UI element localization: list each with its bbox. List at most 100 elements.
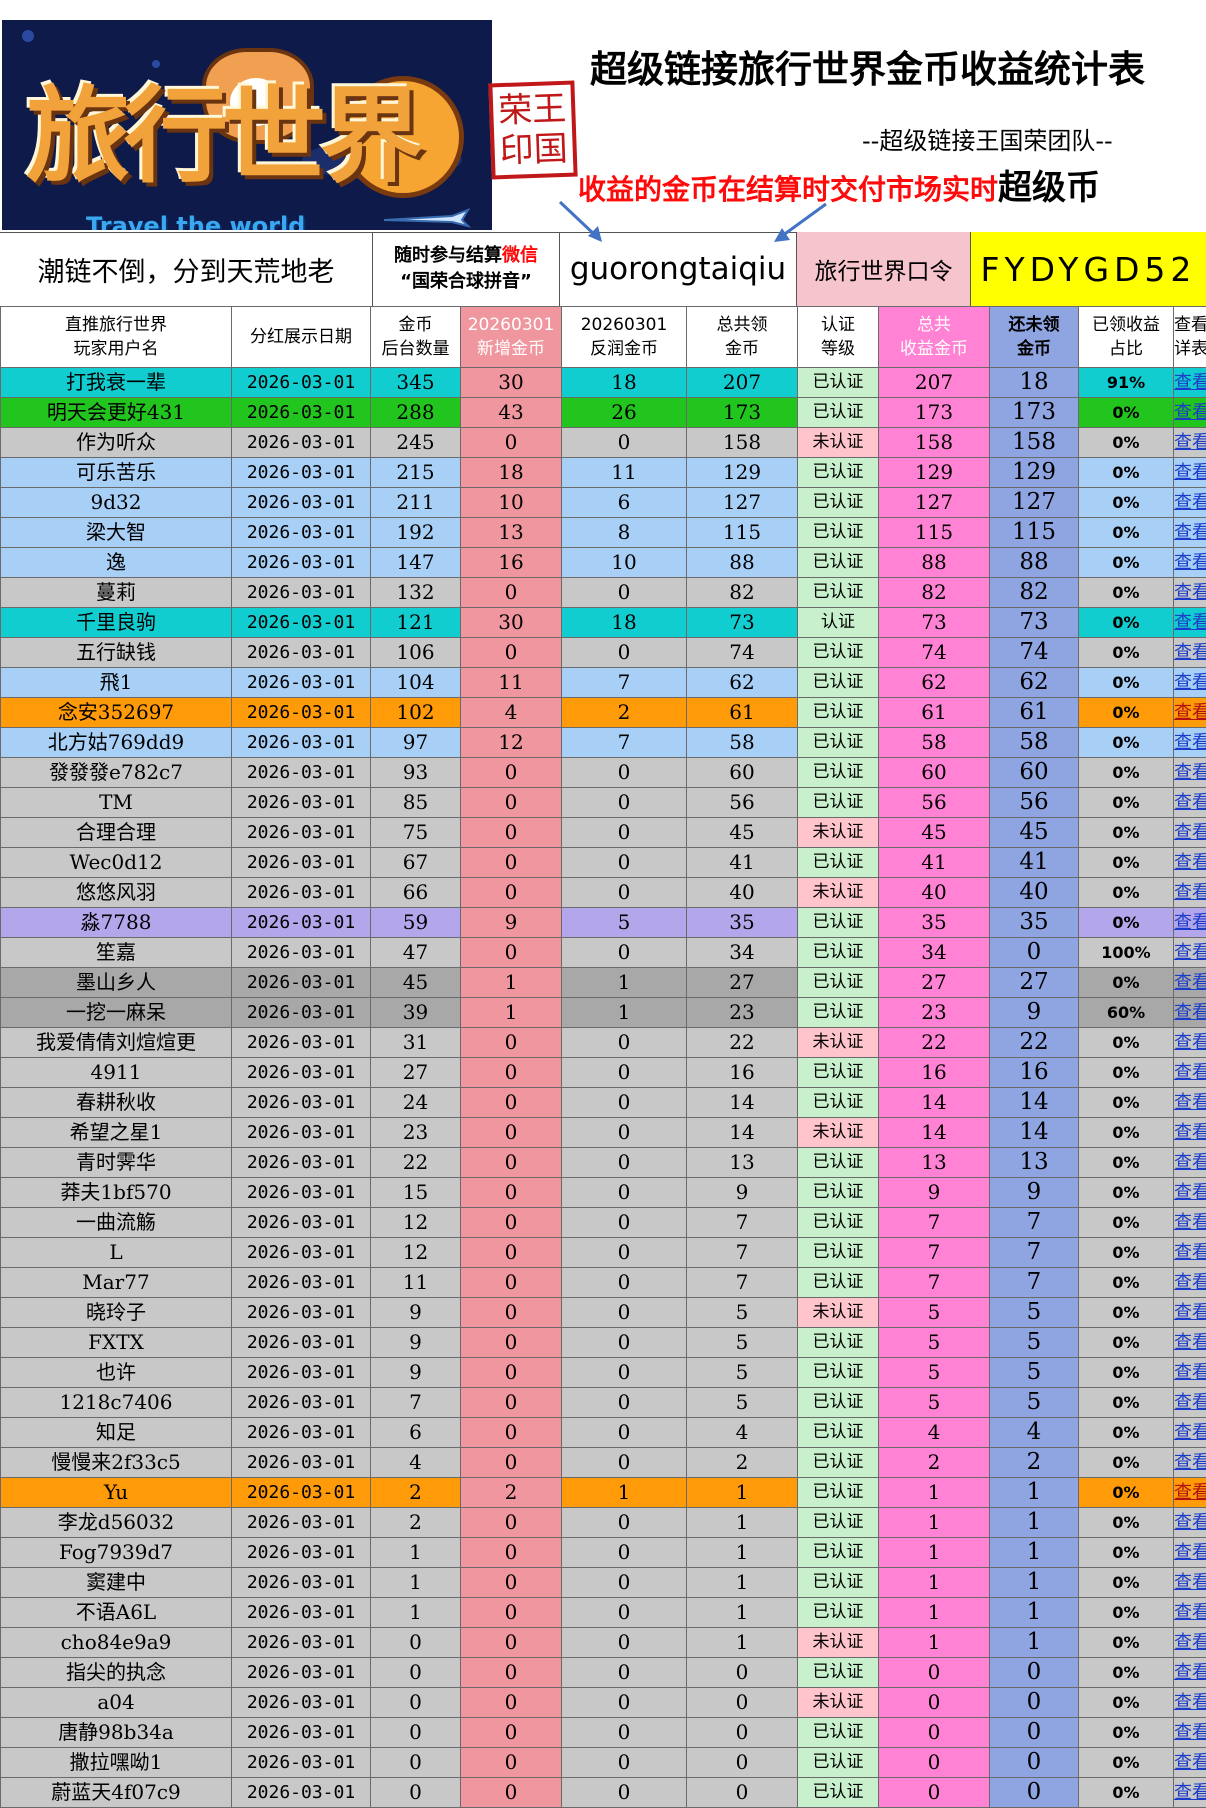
cell-detail[interactable]: 查看 — [1173, 847, 1206, 878]
view-detail-link[interactable]: 查看 — [1175, 1632, 1206, 1653]
cell-detail[interactable]: 查看 — [1173, 1687, 1206, 1718]
cell-detail[interactable]: 查看 — [1173, 517, 1206, 548]
cell-detail[interactable]: 查看 — [1173, 1387, 1206, 1418]
cell-detail[interactable]: 查看 — [1173, 727, 1206, 758]
cell-detail[interactable]: 查看 — [1173, 1627, 1206, 1658]
cell-detail[interactable]: 查看 — [1173, 1597, 1206, 1628]
cell-detail[interactable]: 查看 — [1173, 817, 1206, 848]
cell-detail[interactable]: 查看 — [1173, 1327, 1206, 1358]
view-detail-link[interactable]: 查看 — [1175, 672, 1206, 693]
cell-detail[interactable]: 查看 — [1173, 457, 1206, 488]
view-detail-link[interactable]: 查看 — [1175, 462, 1206, 483]
cell-detail[interactable]: 查看 — [1173, 1267, 1206, 1298]
cell-detail[interactable]: 查看 — [1173, 877, 1206, 908]
cell-detail[interactable]: 查看 — [1173, 967, 1206, 998]
view-detail-link[interactable]: 查看 — [1175, 822, 1206, 843]
cell-detail[interactable]: 查看 — [1173, 397, 1206, 428]
view-detail-link[interactable]: 查看 — [1175, 432, 1206, 453]
cell-detail[interactable]: 查看 — [1173, 757, 1206, 788]
view-detail-link[interactable]: 查看 — [1175, 1512, 1206, 1533]
cell-detail[interactable]: 查看 — [1173, 937, 1206, 968]
view-detail-link[interactable]: 查看 — [1175, 732, 1206, 753]
view-detail-link[interactable]: 查看 — [1175, 1002, 1206, 1023]
view-detail-link[interactable]: 查看 — [1175, 1482, 1206, 1503]
cell-detail[interactable]: 查看 — [1173, 1297, 1206, 1328]
view-detail-link[interactable]: 查看 — [1175, 882, 1206, 903]
view-detail-link[interactable]: 查看 — [1175, 492, 1206, 513]
cell-detail[interactable]: 查看 — [1173, 1417, 1206, 1448]
cell-detail[interactable]: 查看 — [1173, 607, 1206, 638]
cell-detail[interactable]: 查看 — [1173, 577, 1206, 608]
view-detail-link[interactable]: 查看 — [1175, 1692, 1206, 1713]
cell-detail[interactable]: 查看 — [1173, 1087, 1206, 1118]
view-detail-link[interactable]: 查看 — [1175, 1062, 1206, 1083]
view-detail-link[interactable]: 查看 — [1175, 642, 1206, 663]
wechat-id-cell[interactable]: guorongtaiqiu — [560, 232, 797, 306]
cell-detail[interactable]: 查看 — [1173, 1057, 1206, 1088]
view-detail-link[interactable]: 查看 — [1175, 1662, 1206, 1683]
cell-detail[interactable]: 查看 — [1173, 1147, 1206, 1178]
cell-detail[interactable]: 查看 — [1173, 787, 1206, 818]
view-detail-link[interactable]: 查看 — [1175, 1092, 1206, 1113]
view-detail-link[interactable]: 查看 — [1175, 792, 1206, 813]
view-detail-link[interactable]: 查看 — [1175, 402, 1206, 423]
view-detail-link[interactable]: 查看 — [1175, 1272, 1206, 1293]
cell-added: 30 — [460, 367, 562, 398]
view-detail-link[interactable]: 查看 — [1175, 522, 1206, 543]
code-value-cell[interactable]: FYDYGD52 — [971, 232, 1206, 306]
cell-detail[interactable]: 查看 — [1173, 1747, 1206, 1778]
view-detail-link[interactable]: 查看 — [1175, 1572, 1206, 1593]
view-detail-link[interactable]: 查看 — [1175, 1782, 1206, 1803]
cell-detail[interactable]: 查看 — [1173, 667, 1206, 698]
view-detail-link[interactable]: 查看 — [1175, 582, 1206, 603]
cell-detail[interactable]: 查看 — [1173, 1237, 1206, 1268]
cell-detail[interactable]: 查看 — [1173, 1507, 1206, 1538]
cell-detail[interactable]: 查看 — [1173, 1567, 1206, 1598]
cell-detail[interactable]: 查看 — [1173, 1447, 1206, 1478]
view-detail-link[interactable]: 查看 — [1175, 1392, 1206, 1413]
view-detail-link[interactable]: 查看 — [1175, 1302, 1206, 1323]
view-detail-link[interactable]: 查看 — [1175, 1722, 1206, 1743]
cell-detail[interactable]: 查看 — [1173, 367, 1206, 398]
cell-detail[interactable]: 查看 — [1173, 1717, 1206, 1748]
cell-detail[interactable]: 查看 — [1173, 487, 1206, 518]
cell-detail[interactable]: 查看 — [1173, 1357, 1206, 1388]
cell-detail[interactable]: 查看 — [1173, 1117, 1206, 1148]
view-detail-link[interactable]: 查看 — [1175, 1362, 1206, 1383]
view-detail-link[interactable]: 查看 — [1175, 1422, 1206, 1443]
view-detail-link[interactable]: 查看 — [1175, 1602, 1206, 1623]
view-detail-link[interactable]: 查看 — [1175, 1452, 1206, 1473]
cell-detail[interactable]: 查看 — [1173, 697, 1206, 728]
cell-detail[interactable]: 查看 — [1173, 1177, 1206, 1208]
cell-detail[interactable]: 查看 — [1173, 907, 1206, 938]
view-detail-link[interactable]: 查看 — [1175, 1242, 1206, 1263]
view-detail-link[interactable]: 查看 — [1175, 1542, 1206, 1563]
view-detail-link[interactable]: 查看 — [1175, 1032, 1206, 1053]
view-detail-link[interactable]: 查看 — [1175, 912, 1206, 933]
view-detail-link[interactable]: 查看 — [1175, 1182, 1206, 1203]
view-detail-link[interactable]: 查看 — [1175, 612, 1206, 633]
view-detail-link[interactable]: 查看 — [1175, 1752, 1206, 1773]
view-detail-link[interactable]: 查看 — [1175, 762, 1206, 783]
view-detail-link[interactable]: 查看 — [1175, 942, 1206, 963]
view-detail-link[interactable]: 查看 — [1175, 702, 1206, 723]
view-detail-link[interactable]: 查看 — [1175, 1332, 1206, 1353]
view-detail-link[interactable]: 查看 — [1175, 1212, 1206, 1233]
cell-detail[interactable]: 查看 — [1173, 637, 1206, 668]
view-detail-link[interactable]: 查看 — [1175, 372, 1206, 393]
cell-detail[interactable]: 查看 — [1173, 427, 1206, 458]
cell-detail[interactable]: 查看 — [1173, 1777, 1206, 1808]
cell-detail[interactable]: 查看 — [1173, 547, 1206, 578]
view-detail-link[interactable]: 查看 — [1175, 972, 1206, 993]
view-detail-link[interactable]: 查看 — [1175, 1152, 1206, 1173]
cell-detail[interactable]: 查看 — [1173, 1207, 1206, 1238]
view-detail-link[interactable]: 查看 — [1175, 852, 1206, 873]
cell-backend: 31 — [370, 1027, 461, 1058]
cell-detail[interactable]: 查看 — [1173, 1477, 1206, 1508]
cell-detail[interactable]: 查看 — [1173, 1537, 1206, 1568]
view-detail-link[interactable]: 查看 — [1175, 1122, 1206, 1143]
cell-detail[interactable]: 查看 — [1173, 1657, 1206, 1688]
view-detail-link[interactable]: 查看 — [1175, 552, 1206, 573]
cell-detail[interactable]: 查看 — [1173, 1027, 1206, 1058]
cell-detail[interactable]: 查看 — [1173, 997, 1206, 1028]
